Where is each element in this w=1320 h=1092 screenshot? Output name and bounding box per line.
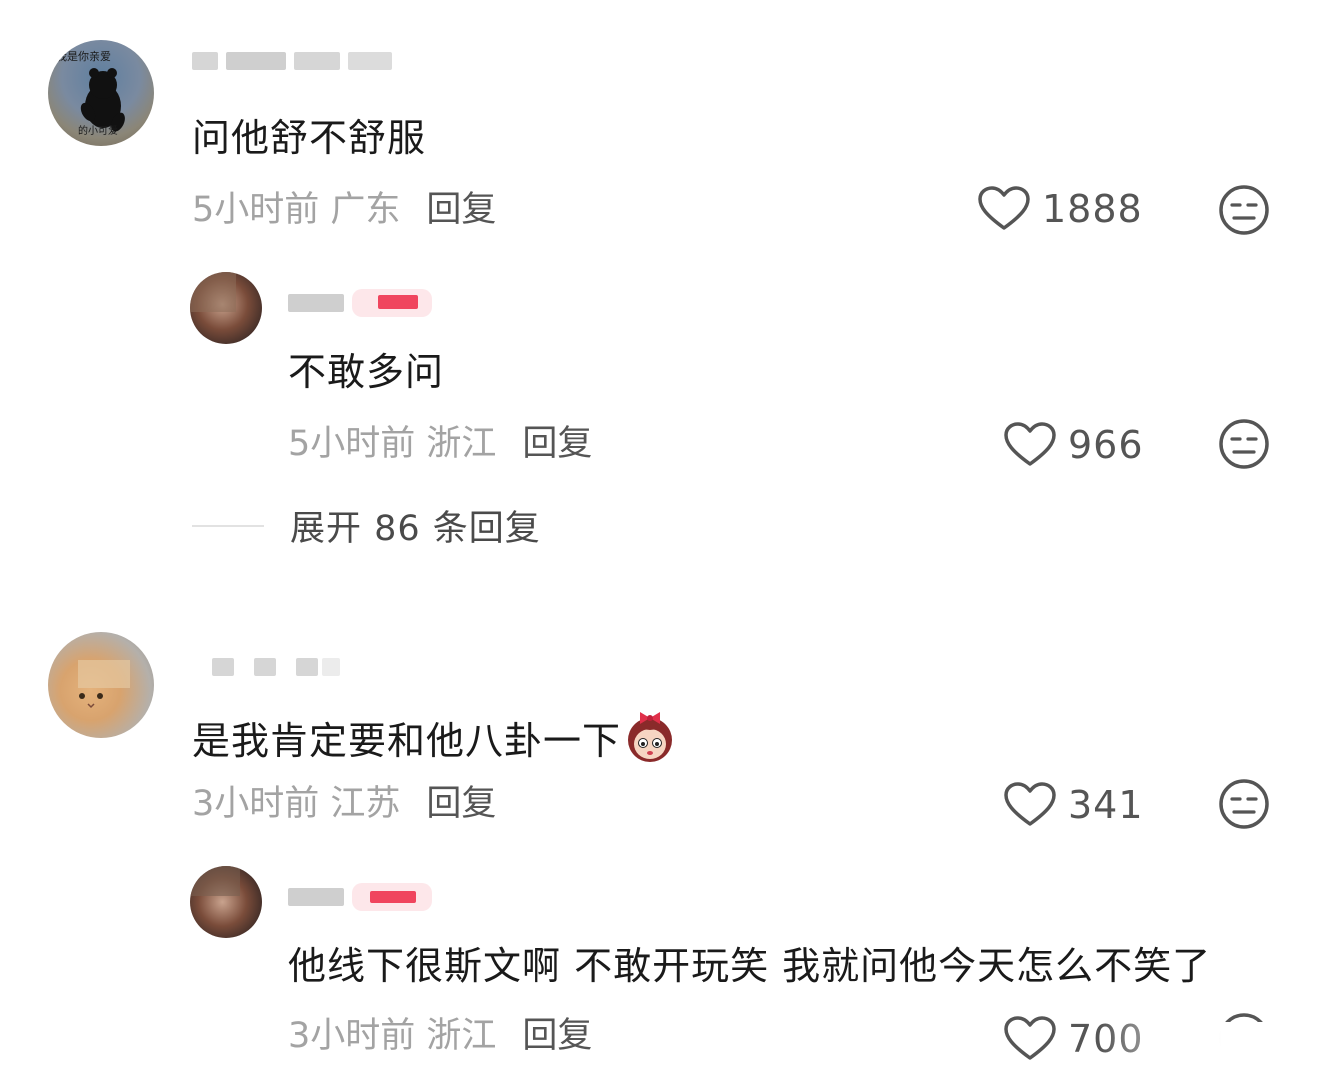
like-count: 1888 — [1042, 187, 1143, 231]
like-button[interactable]: 341 — [1004, 782, 1144, 828]
reply-button[interactable]: 回复 — [426, 784, 496, 824]
heart-outline-icon — [1004, 782, 1056, 826]
username-redacted[interactable] — [212, 654, 340, 680]
username-redacted[interactable] — [192, 48, 392, 74]
reply-time-location: 5小时前 浙江 — [288, 424, 497, 464]
heart-outline-icon — [978, 186, 1030, 230]
avatar-caption-top: 我是你亲爱 — [56, 49, 111, 63]
divider-line — [192, 524, 264, 527]
avatar-bear-image: 我是你亲爱 的小可爱 — [56, 49, 125, 137]
comment-text-content: 是我肯定要和他八卦一下 — [192, 719, 622, 763]
heart-outline-icon — [1004, 1016, 1056, 1060]
avatar[interactable] — [48, 632, 154, 738]
reply-text: 他线下很斯文啊 不敢开玩笑 我就问他今天怎么不笑了 — [288, 944, 1212, 988]
reply-meta: 5小时前 浙江 回复 — [288, 422, 592, 466]
like-count: 966 — [1068, 423, 1144, 467]
reply-text: 不敢多问 — [288, 350, 445, 394]
avatar[interactable]: 我是你亲爱 的小可爱 — [48, 40, 154, 146]
unamused-face-icon[interactable] — [1218, 184, 1270, 236]
avatar[interactable] — [190, 272, 262, 344]
username-redacted[interactable] — [288, 289, 432, 317]
unamused-face-icon[interactable] — [1218, 418, 1270, 470]
like-button[interactable]: 1888 — [978, 186, 1143, 232]
girl-with-bow-emoji — [628, 712, 673, 762]
username-redacted[interactable] — [288, 883, 432, 911]
like-button[interactable]: 966 — [1004, 422, 1144, 468]
heart-outline-icon — [1004, 422, 1056, 466]
comment-time-location: 5小时前 广东 — [192, 190, 401, 230]
like-count: 341 — [1068, 783, 1144, 827]
comment-meta: 5小时前 广东 回复 — [192, 188, 496, 232]
comment-meta: 3小时前 江苏 回复 — [192, 782, 496, 826]
expand-replies-button[interactable]: 展开 86 条回复 — [192, 500, 541, 551]
comment-text: 问他舒不舒服 — [192, 116, 427, 160]
reply-button[interactable]: 回复 — [426, 190, 496, 230]
comments-screen: { "comments": [ { "text": "问他舒不舒服", "tim… — [0, 0, 1320, 1092]
expand-replies-label: 展开 86 条回复 — [290, 509, 541, 549]
avatar-caption-bottom: 的小可爱 — [78, 124, 118, 137]
reply-button[interactable]: 回复 — [522, 424, 592, 464]
reply-time-location: 3小时前 浙江 — [288, 1016, 497, 1056]
reply-button[interactable]: 回复 — [522, 1016, 592, 1056]
bottom-fade-overlay — [1100, 1022, 1320, 1092]
reply-meta: 3小时前 浙江 回复 — [288, 1014, 592, 1058]
avatar[interactable] — [190, 866, 262, 938]
comment-time-location: 3小时前 江苏 — [192, 784, 401, 824]
comment-text: 是我肯定要和他八卦一下 — [192, 710, 677, 765]
unamused-face-icon[interactable] — [1218, 778, 1270, 830]
